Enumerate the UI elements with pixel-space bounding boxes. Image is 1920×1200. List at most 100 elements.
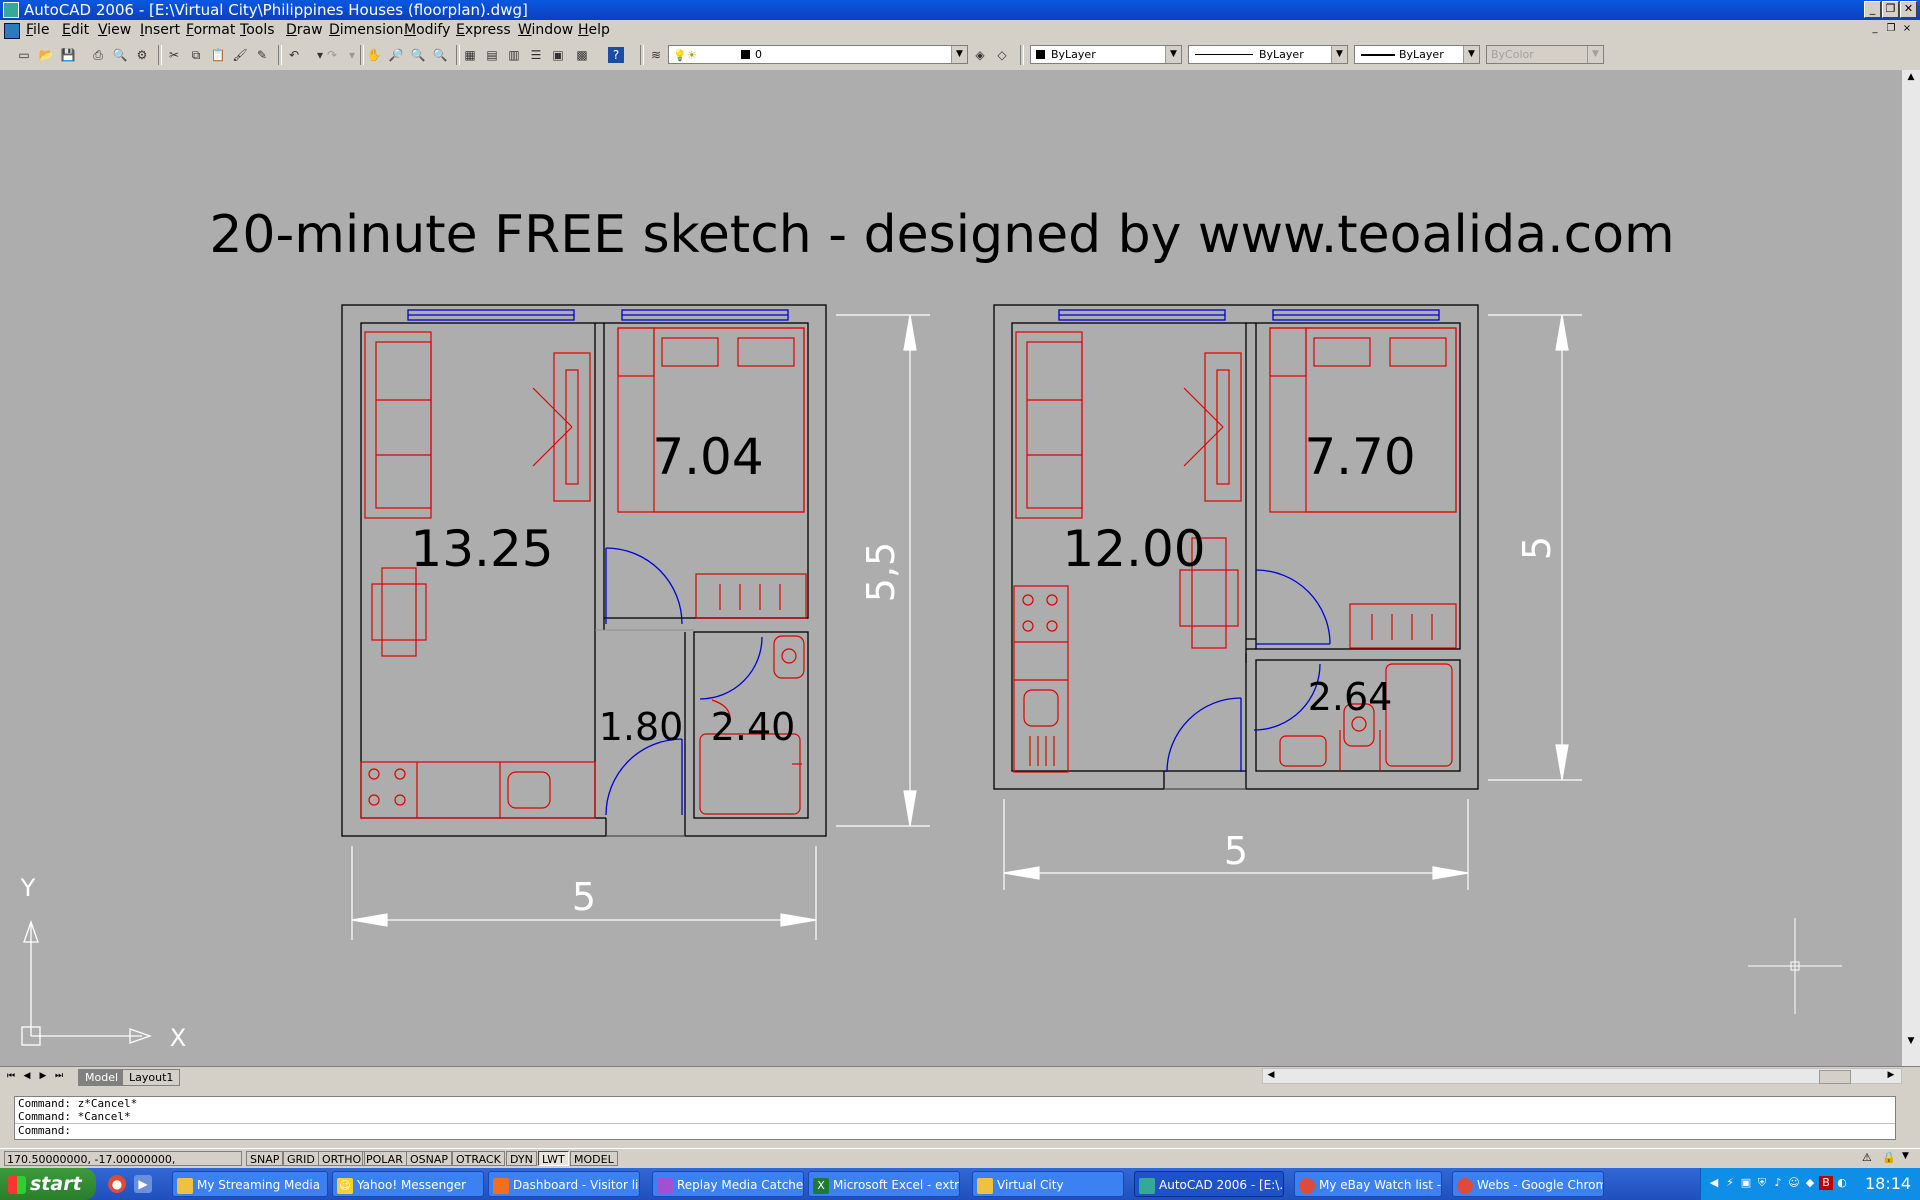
shield-icon[interactable]: ⛨ xyxy=(1755,1176,1769,1190)
make-object-layer-current-icon[interactable]: ◈ xyxy=(972,47,988,63)
coordinates-readout[interactable]: 170.50000000, -17.00000000, 0.00000000 xyxy=(4,1151,242,1181)
horizontal-scrollbar[interactable]: ◀ ▶ xyxy=(1262,1068,1902,1084)
save-icon[interactable]: 💾 xyxy=(60,47,76,63)
ortho-toggle[interactable]: ORTHO xyxy=(318,1151,366,1166)
task-ebay-watch-list[interactable]: My eBay Watch list - ... xyxy=(1294,1171,1442,1197)
task-virtual-city[interactable]: Virtual City xyxy=(972,1171,1124,1197)
task-webs-google-chrome[interactable]: Webs - Google Chrome xyxy=(1452,1171,1604,1197)
restore-button[interactable]: ❐ xyxy=(1882,1,1899,18)
menu-file[interactable]: File xyxy=(26,22,49,38)
task-my-streaming-media[interactable]: My Streaming Media xyxy=(172,1171,328,1197)
block-editor-icon[interactable]: ✎ xyxy=(254,47,270,63)
zoom-window-icon[interactable]: 🔍 xyxy=(410,47,426,63)
status-menu-icon[interactable]: ▼ xyxy=(1902,1151,1916,1165)
doc-restore-button[interactable]: ❐ xyxy=(1884,23,1898,36)
autocad-app-icon[interactable] xyxy=(3,2,19,18)
task-replay-media-catcher[interactable]: Replay Media Catcher 4 xyxy=(652,1171,804,1197)
osnap-toggle[interactable]: OSNAP xyxy=(406,1151,453,1166)
lineweight-select[interactable]: ByLayer ▼ xyxy=(1354,45,1480,64)
last-tab-icon[interactable]: ⏭ xyxy=(52,1070,66,1083)
scroll-left-icon[interactable]: ◀ xyxy=(1265,1070,1277,1080)
open-icon[interactable]: 📂 xyxy=(38,47,54,63)
media-quicklaunch-icon[interactable]: ▶ xyxy=(134,1175,152,1193)
zoom-realtime-icon[interactable]: 🔎 xyxy=(388,47,404,63)
lwt-toggle[interactable]: LWT xyxy=(538,1151,569,1166)
menu-draw[interactable]: Draw xyxy=(286,22,323,38)
new-icon[interactable]: ▭ xyxy=(16,47,32,63)
next-tab-icon[interactable]: ▶ xyxy=(36,1070,50,1083)
layer-manager-icon[interactable]: ≋ xyxy=(648,47,664,63)
linetype-select[interactable]: ByLayer ▼ xyxy=(1188,45,1348,64)
markup-icon[interactable]: ▣ xyxy=(550,47,566,63)
task-autocad[interactable]: AutoCAD 2006 - [E:\... xyxy=(1134,1171,1284,1197)
calculator-icon[interactable]: ▩ xyxy=(574,47,590,63)
drawing-canvas[interactable]: 20-minute FREE sketch - designed by www.… xyxy=(0,70,1902,1066)
otrack-toggle[interactable]: OTRACK xyxy=(452,1151,505,1166)
display-icon[interactable]: ▣ xyxy=(1739,1176,1753,1190)
help-icon[interactable]: ? xyxy=(608,47,624,63)
redo-dropdown-icon[interactable]: ▾ xyxy=(344,47,360,63)
close-button[interactable]: ✕ xyxy=(1900,1,1917,18)
polar-toggle[interactable]: POLAR xyxy=(362,1151,407,1166)
chevron-down-icon[interactable]: ▼ xyxy=(1463,46,1479,63)
menu-window[interactable]: Window xyxy=(518,22,573,38)
menu-edit[interactable]: Edit xyxy=(62,22,89,38)
vertical-scrollbar[interactable]: ▲ ▼ xyxy=(1902,70,1920,1066)
color-select[interactable]: ByLayer ▼ xyxy=(1030,45,1182,64)
layer-select[interactable]: 💡☀ 0 ▼ xyxy=(668,45,968,64)
chevron-down-icon[interactable]: ▼ xyxy=(1331,46,1347,63)
prev-tab-icon[interactable]: ◀ xyxy=(20,1070,34,1083)
comm-center-icon[interactable]: ⚠ xyxy=(1862,1151,1876,1165)
plot-preview-icon[interactable]: 🔍 xyxy=(112,47,128,63)
tray-arrow-icon[interactable]: ◀ xyxy=(1707,1176,1721,1190)
publish-icon[interactable]: ⚙ xyxy=(134,47,150,63)
sheet-set-icon[interactable]: ☰ xyxy=(528,47,544,63)
plot-icon[interactable]: ⎙ xyxy=(90,47,106,63)
plotstyle-select[interactable]: ByColor ▼ xyxy=(1486,45,1604,64)
undo-icon[interactable]: ↶ xyxy=(286,47,302,63)
command-line[interactable]: Command: z*Cancel* Command: *Cancel* Com… xyxy=(14,1096,1896,1140)
copy-icon[interactable]: ⧉ xyxy=(188,47,204,63)
scroll-right-icon[interactable]: ▶ xyxy=(1885,1070,1897,1080)
tab-model[interactable]: Model xyxy=(78,1069,126,1086)
scroll-down-icon[interactable]: ▼ xyxy=(1904,1036,1918,1050)
lock-icon[interactable]: 🔒 xyxy=(1882,1151,1896,1165)
menu-format[interactable]: Format xyxy=(186,22,235,38)
speaker-icon[interactable]: ♪ xyxy=(1771,1176,1785,1190)
task-dashboard[interactable]: Dashboard - Visitor li... xyxy=(488,1171,640,1197)
scroll-up-icon[interactable]: ▲ xyxy=(1904,72,1918,86)
match-properties-icon[interactable]: 🖌 xyxy=(232,47,248,63)
design-center-icon[interactable]: ▤ xyxy=(484,47,500,63)
document-icon[interactable] xyxy=(4,23,20,39)
firewall-icon[interactable]: ◆ xyxy=(1803,1176,1817,1190)
tab-layout1[interactable]: Layout1 xyxy=(122,1069,181,1086)
task-microsoft-excel[interactable]: X Microsoft Excel - extr... xyxy=(808,1171,960,1197)
scroll-thumb[interactable] xyxy=(1819,1070,1851,1084)
clock[interactable]: 18:14 xyxy=(1865,1174,1911,1193)
antivirus-icon[interactable]: B xyxy=(1819,1176,1833,1190)
network-icon[interactable]: ⚡ xyxy=(1723,1176,1737,1190)
properties-icon[interactable]: ▦ xyxy=(462,47,478,63)
chevron-down-icon[interactable]: ▼ xyxy=(1587,46,1603,63)
command-prompt[interactable]: Command: xyxy=(15,1123,1895,1137)
redo-icon[interactable]: ↷ xyxy=(324,47,340,63)
menu-modify[interactable]: Modify xyxy=(404,22,450,38)
menu-help[interactable]: Help xyxy=(578,22,610,38)
zoom-previous-icon[interactable]: 🔍 xyxy=(432,47,448,63)
start-button[interactable]: start xyxy=(0,1168,96,1200)
menu-view[interactable]: View xyxy=(98,22,131,38)
title-bar[interactable]: AutoCAD 2006 - [E:\Virtual City\Philippi… xyxy=(0,0,1920,20)
paste-icon[interactable]: 📋 xyxy=(210,47,226,63)
doc-minimize-button[interactable]: _ xyxy=(1868,23,1882,36)
chevron-down-icon[interactable]: ▼ xyxy=(951,46,967,63)
chevron-down-icon[interactable]: ▼ xyxy=(1165,46,1181,63)
doc-close-button[interactable]: × xyxy=(1900,23,1914,36)
cut-icon[interactable]: ✂ xyxy=(166,47,182,63)
task-yahoo-messenger[interactable]: ☺ Yahoo! Messenger xyxy=(332,1171,484,1197)
update-icon[interactable]: ◐ xyxy=(1835,1176,1849,1190)
menu-tools[interactable]: Tools xyxy=(240,22,275,38)
pan-icon[interactable]: ✋ xyxy=(366,47,382,63)
menu-express[interactable]: Express xyxy=(456,22,511,38)
minimize-button[interactable]: _ xyxy=(1864,1,1881,18)
menu-insert[interactable]: Insert xyxy=(140,22,180,38)
